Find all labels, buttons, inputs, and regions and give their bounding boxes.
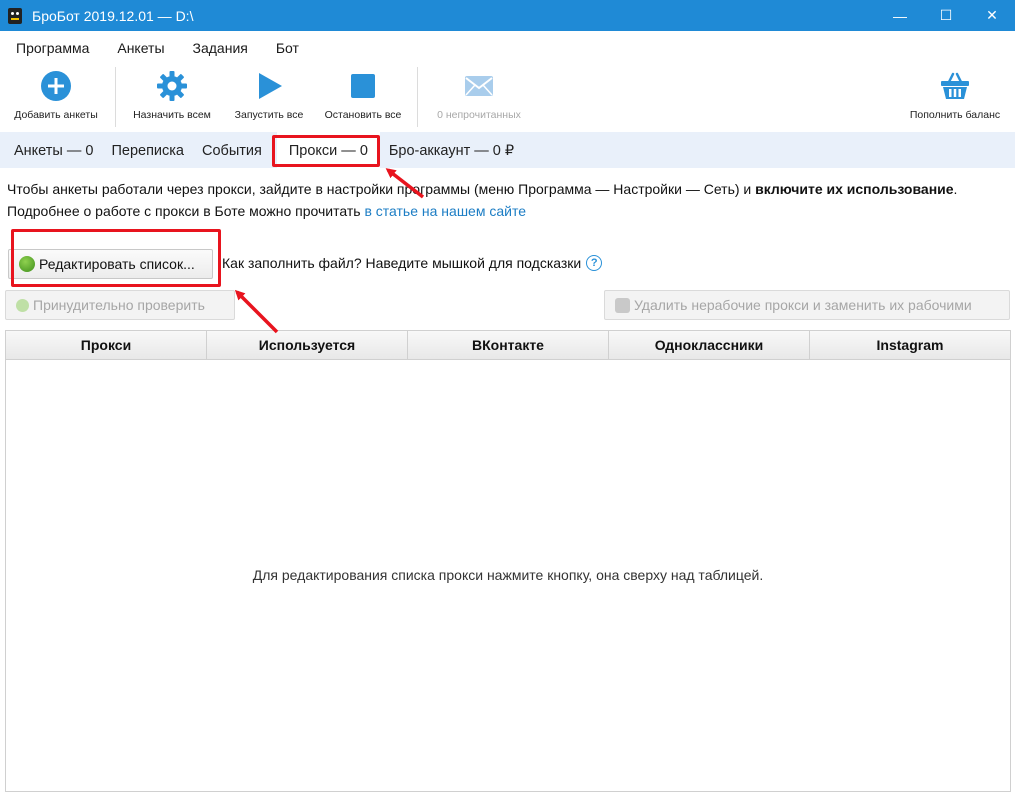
plus-circle-icon [40,70,72,102]
add-profiles-button[interactable]: Добавить анкеты [8,65,104,131]
menu-profiles[interactable]: Анкеты [103,31,178,65]
tab-events[interactable]: События [193,132,271,168]
menu-bot[interactable]: Бот [262,31,313,65]
proxy-info-text: Чтобы анкеты работали через прокси, зайд… [7,178,1007,222]
basket-icon [939,70,971,102]
info-text-bold: включите их использование [755,181,954,197]
minimize-button[interactable]: — [877,0,923,31]
start-all-label: Запустить все [234,109,304,121]
hint-text: Как заполнить файл? Наведите мышкой для … [222,255,582,271]
app-logo-icon [8,7,22,24]
menu-tasks[interactable]: Задания [179,31,262,65]
table-empty-message: Для редактирования списка прокси нажмите… [252,567,764,583]
replace-proxies-label: Удалить нерабочие прокси и заменить их р… [634,297,972,313]
unread-messages-button[interactable]: 0 непрочитанных [429,65,529,131]
assign-all-button[interactable]: Назначить всем [127,65,217,131]
stop-icon [347,70,379,102]
replace-proxies-button[interactable]: Удалить нерабочие прокси и заменить их р… [604,290,1010,320]
top-up-balance-label: Пополнить баланс [909,109,1001,121]
force-check-label: Принудительно проверить [33,297,205,313]
proxy-table: Прокси Используется ВКонтакте Одноклассн… [5,330,1011,792]
toolbar-separator [115,67,116,127]
play-icon [253,70,285,102]
close-button[interactable]: ✕ [969,0,1015,31]
column-instagram[interactable]: Instagram [810,331,1010,359]
arrow-to-edit-button [234,289,279,334]
table-header: Прокси Используется ВКонтакте Одноклассн… [6,331,1010,360]
toolbar-separator [417,67,418,127]
window-title: БроБот 2019.12.01 — D:\ [32,7,194,24]
start-all-button[interactable]: Запустить все [224,65,314,131]
menu-program[interactable]: Программа [0,31,103,65]
unread-messages-label: 0 непрочитанных [437,109,521,121]
stop-all-button[interactable]: Остановить все [318,65,408,131]
check-icon [16,298,29,312]
column-proxy[interactable]: Прокси [6,331,207,359]
stop-all-label: Остановить все [324,109,402,121]
force-check-button[interactable]: Принудительно проверить [5,290,235,320]
gear-icon [156,70,188,102]
menu-bar: Программа Анкеты Задания Бот [0,31,1015,65]
tab-bro-account[interactable]: Бро-аккаунт — 0 ₽ [380,132,523,168]
edit-button-highlight [11,229,221,287]
article-link[interactable]: в статье на нашем сайте [364,203,526,219]
stamp-icon [615,297,630,313]
top-up-balance-button[interactable]: Пополнить баланс [905,65,1005,131]
window-controls: — ☐ ✕ [877,0,1015,31]
help-icon[interactable]: ? [586,255,603,271]
column-used[interactable]: Используется [207,331,408,359]
column-vkontakte[interactable]: ВКонтакте [408,331,609,359]
assign-all-label: Назначить всем [133,109,211,121]
column-odnoklassniki[interactable]: Одноклассники [609,331,810,359]
add-profiles-label: Добавить анкеты [14,109,98,121]
tab-messages[interactable]: Переписка [102,132,193,168]
maximize-button[interactable]: ☐ [923,0,969,31]
info-text-part1: Чтобы анкеты работали через прокси, зайд… [7,181,756,197]
tab-strip: Анкеты — 0 Переписка События Прокси — 0 … [0,132,1015,168]
fill-file-hint: Как заполнить файл? Наведите мышкой для … [222,255,603,271]
title-bar: БроБот 2019.12.01 — D:\ — ☐ ✕ [0,0,1015,31]
toolbar: Добавить анкеты Назначить всем Запустить… [0,65,1015,131]
proxies-tab-highlight [272,135,380,167]
tab-profiles[interactable]: Анкеты — 0 [0,132,102,168]
envelope-icon [463,70,495,102]
